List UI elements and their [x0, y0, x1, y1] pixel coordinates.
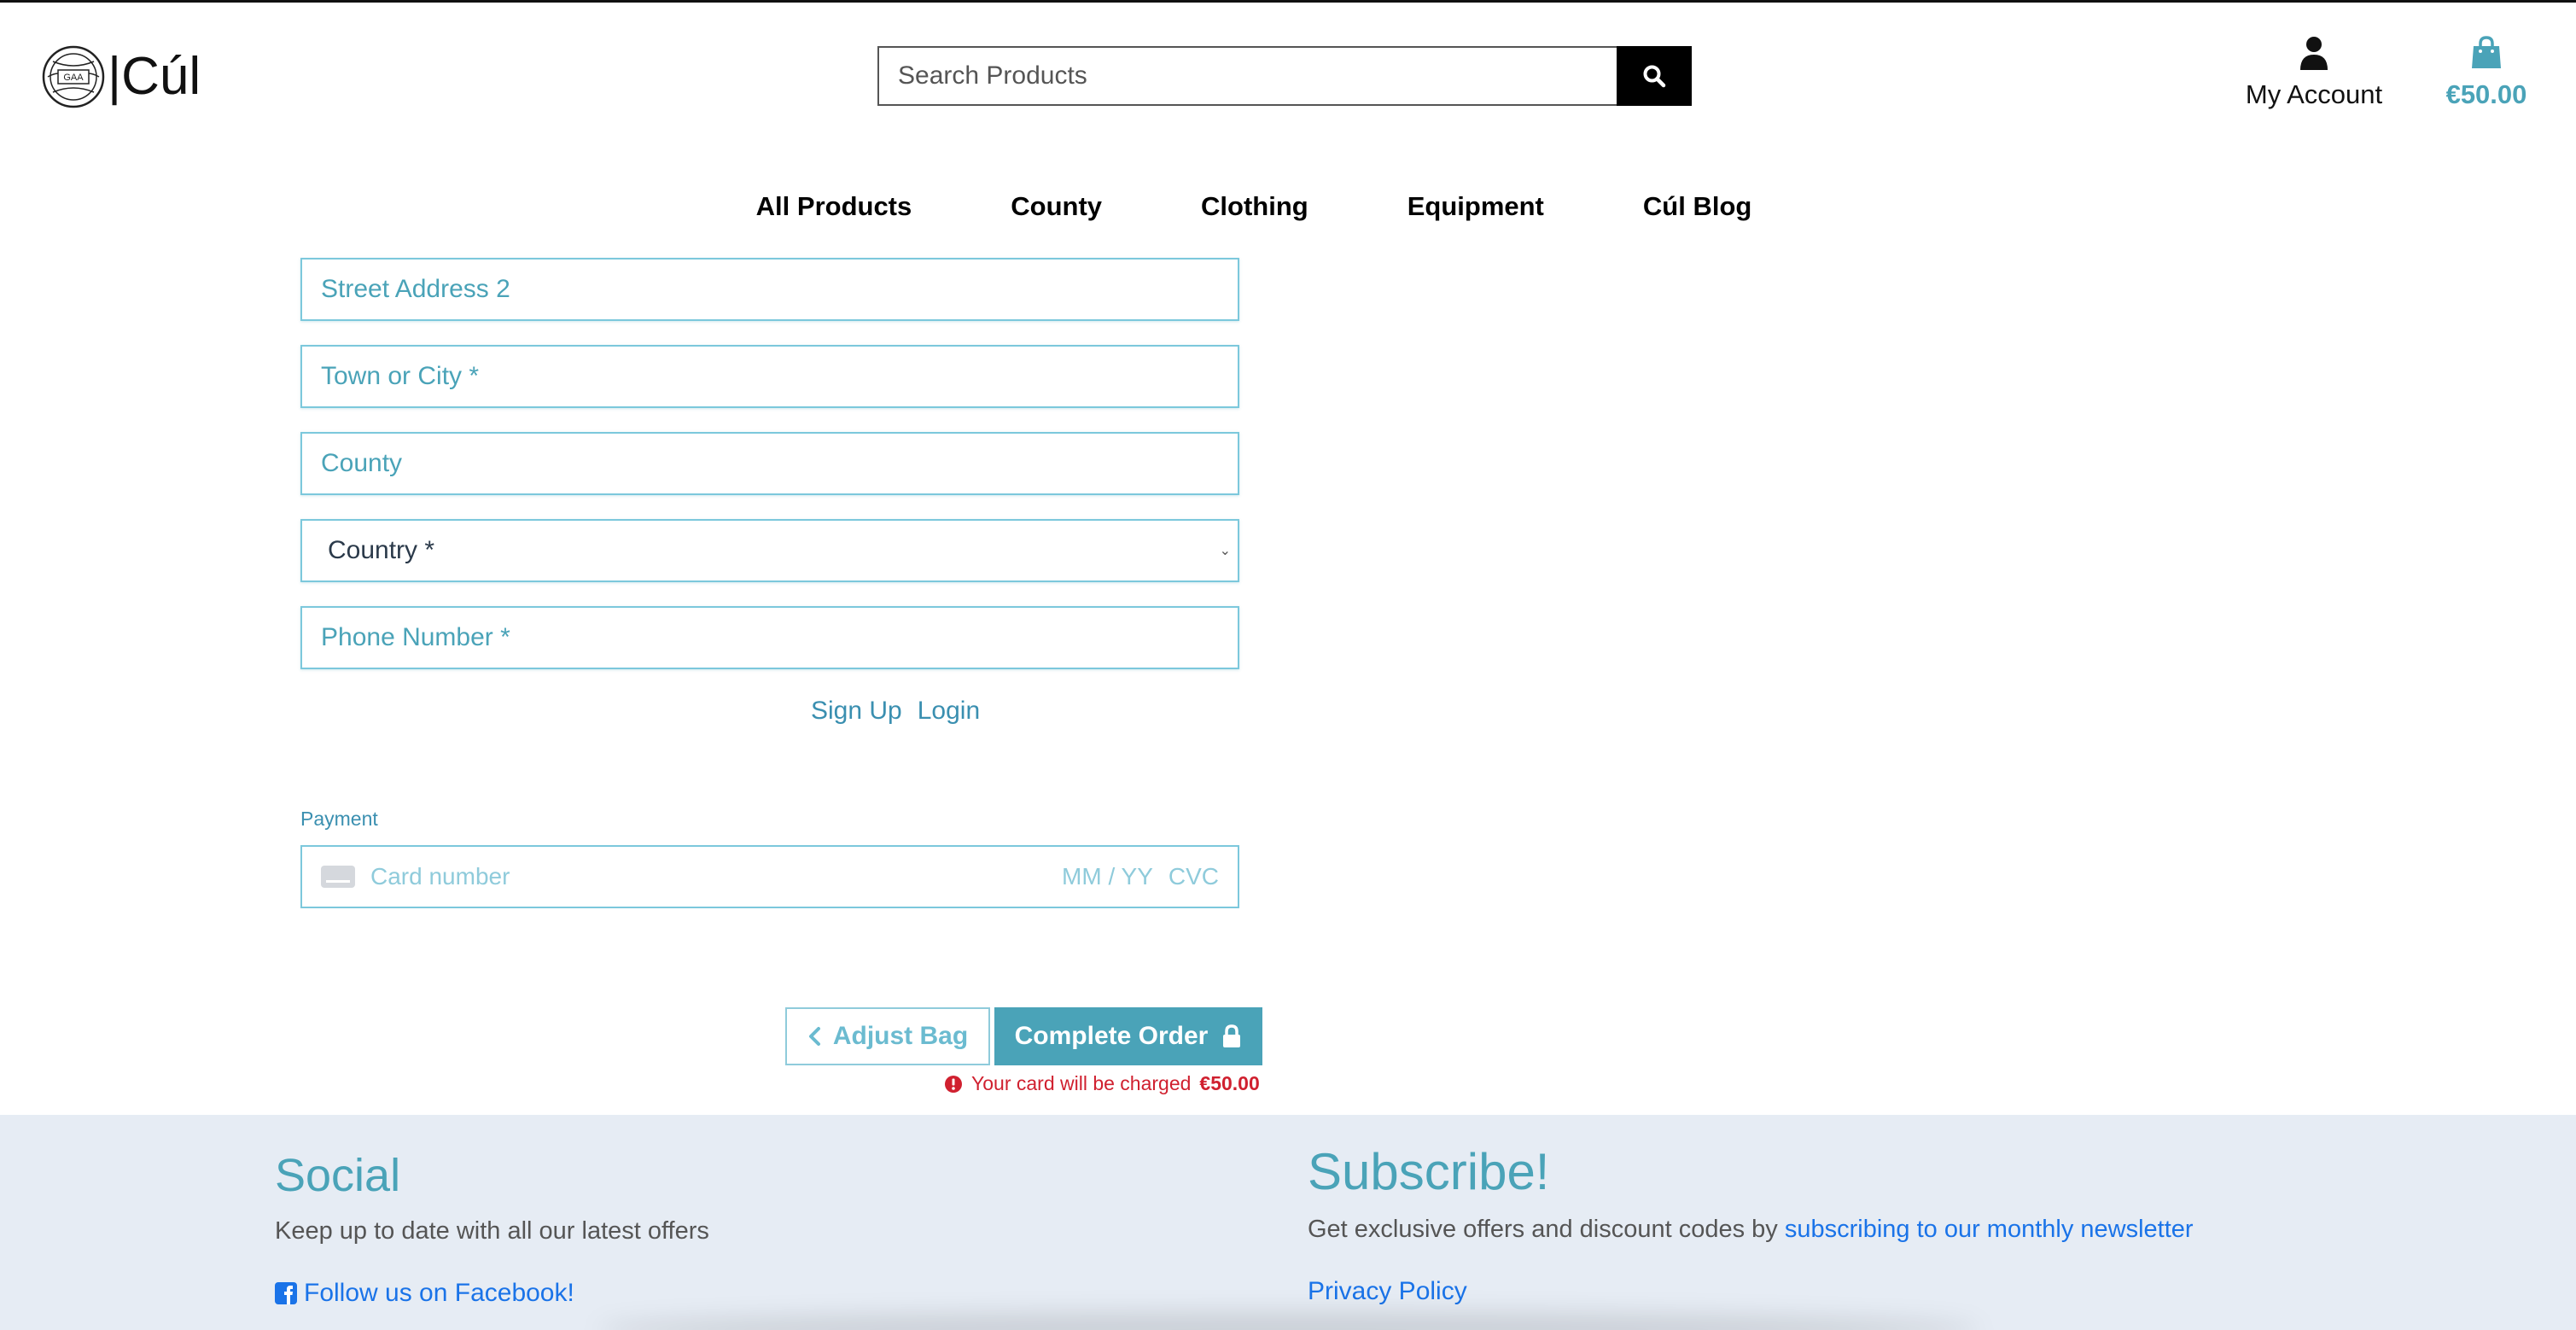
card-expiry-placeholder[interactable]: MM / YY [1062, 863, 1153, 890]
social-heading: Social [275, 1150, 401, 1201]
search-button[interactable] [1617, 46, 1692, 106]
charge-notice-text: Your card will be charged [971, 1072, 1192, 1094]
svg-text:GAA: GAA [63, 73, 84, 83]
street-address-2-placeholder: Street Address 2 [321, 275, 510, 303]
newsletter-link[interactable]: subscribing to our monthly newsletter [1785, 1216, 2194, 1243]
subscribe-text-prefix: Get exclusive offers and discount codes … [1308, 1216, 1778, 1243]
bag-total: €50.00 [2445, 79, 2527, 109]
search-input[interactable] [877, 46, 1617, 106]
logo-text: |Cúl [108, 47, 201, 106]
charge-amount: €50.00 [1199, 1072, 1260, 1094]
country-select[interactable]: Country * ⌄ [300, 519, 1239, 582]
payment-label: Payment [300, 808, 378, 830]
town-or-city-placeholder: Town or City * [321, 362, 480, 390]
nav-all-products[interactable]: All Products [707, 191, 962, 222]
phone-number-field[interactable]: Phone Number * [300, 606, 1239, 669]
street-address-2-field[interactable]: Street Address 2 [300, 258, 1239, 321]
complete-order-label: Complete Order [1014, 1022, 1209, 1050]
search-icon [1643, 65, 1666, 88]
social-text: Keep up to date with all our latest offe… [275, 1217, 709, 1245]
exclamation-circle-icon [945, 1075, 962, 1093]
chevron-down-icon: ⌄ [1219, 544, 1231, 558]
shopping-bag-icon [2472, 36, 2501, 68]
adjust-bag-label: Adjust Bag [832, 1022, 969, 1050]
nav-county[interactable]: County [961, 191, 1151, 222]
card-element[interactable]: Card number MM / YY CVC [300, 845, 1239, 908]
site-footer: Social Keep up to date with all our late… [0, 1115, 2576, 1330]
county-placeholder: County [321, 449, 403, 477]
credit-card-icon [321, 866, 355, 888]
chevron-left-icon [808, 1027, 820, 1046]
country-selected-value: Country * [328, 536, 435, 564]
my-account-link[interactable]: My Account [2235, 36, 2393, 110]
county-field[interactable]: County [300, 432, 1239, 495]
nav-equipment[interactable]: Equipment [1358, 191, 1594, 222]
site-logo[interactable]: GAA |Cúl [41, 44, 201, 109]
subscribe-text: Get exclusive offers and discount codes … [1308, 1216, 2194, 1244]
phone-number-placeholder: Phone Number * [321, 623, 510, 651]
lock-icon [1223, 1024, 1241, 1047]
facebook-link-label: Follow us on Facebook! [304, 1279, 574, 1307]
search-bar [877, 46, 1692, 106]
nav-clothing[interactable]: Clothing [1151, 191, 1358, 222]
card-number-placeholder[interactable]: Card number [370, 863, 1062, 890]
complete-order-button[interactable]: Complete Order [994, 1007, 1262, 1065]
nav-cul-blog[interactable]: Cúl Blog [1594, 191, 1801, 222]
charge-notice: Your card will be charged €50.00 [944, 1072, 1260, 1095]
card-cvc-placeholder[interactable]: CVC [1169, 863, 1219, 890]
user-icon [2300, 37, 2328, 70]
footer-shadow [597, 1313, 1980, 1330]
main-nav: All Products County Clothing Equipment C… [0, 191, 2576, 222]
top-border [0, 0, 2576, 3]
gaa-ball-logo-icon: GAA [42, 45, 105, 108]
adjust-bag-button[interactable]: Adjust Bag [785, 1007, 990, 1065]
my-account-label: My Account [2245, 79, 2383, 109]
shopping-bag-link[interactable]: €50.00 [2439, 36, 2533, 110]
subscribe-heading: Subscribe! [1308, 1143, 1550, 1200]
login-link[interactable]: Login [918, 697, 980, 725]
privacy-policy-link[interactable]: Privacy Policy [1308, 1277, 1467, 1306]
facebook-link[interactable]: Follow us on Facebook! [275, 1279, 574, 1308]
sign-up-link[interactable]: Sign Up [811, 697, 902, 725]
auth-links: Sign Up Login [811, 697, 995, 726]
facebook-icon [275, 1282, 297, 1304]
town-or-city-field[interactable]: Town or City * [300, 345, 1239, 408]
